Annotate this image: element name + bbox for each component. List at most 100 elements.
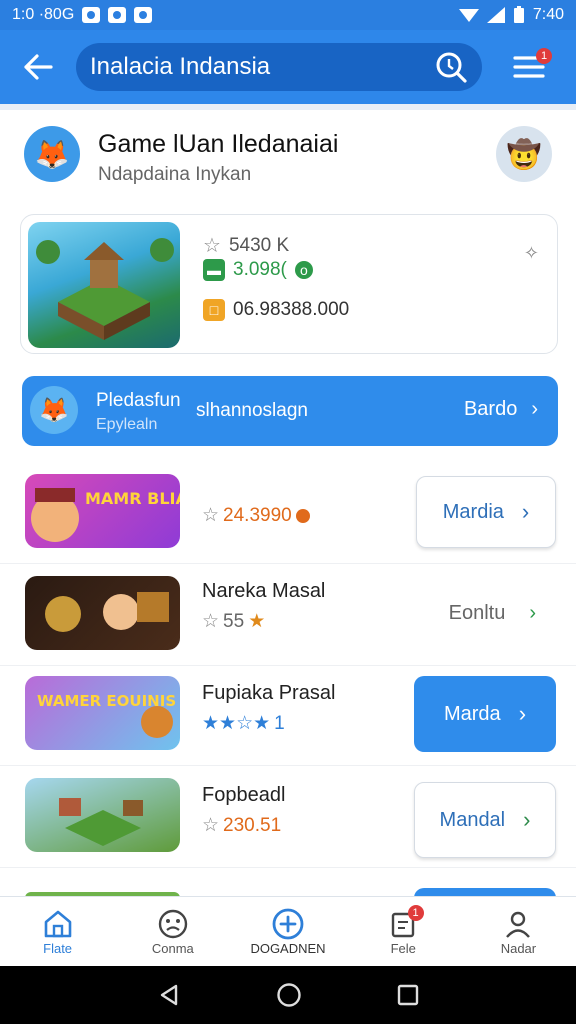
page-title: Game lUan Iledanaiai bbox=[98, 130, 339, 158]
rating: ☆ 24.3990 bbox=[202, 504, 310, 527]
star-outline-icon: ☆ bbox=[202, 505, 220, 526]
nav-label: DOGADNEN bbox=[250, 941, 326, 956]
coin-icon: o bbox=[294, 261, 313, 279]
list-item[interactable]: MAMR BLIAN SOYAI ☆ 24.3990 Mardia › bbox=[0, 464, 576, 564]
button-label: Marda bbox=[443, 702, 501, 725]
nav-label: Conma bbox=[151, 941, 194, 956]
mandal-button[interactable]: Mandal › bbox=[414, 782, 556, 858]
code-stat: □ 06.98388.000 bbox=[203, 299, 349, 321]
code-value: 06.98388.000 bbox=[233, 299, 350, 320]
status-bar: 1:0 ·80G 7:40 bbox=[0, 0, 576, 30]
marda-button[interactable]: Marda › bbox=[414, 676, 556, 752]
banner-middle-text: slhannoslagn bbox=[196, 400, 308, 421]
eonltu-button[interactable]: Eonltu › bbox=[449, 602, 536, 625]
rating: ☆ 55 ★ bbox=[202, 610, 265, 633]
notification-icon bbox=[134, 7, 153, 23]
recents-square-icon[interactable] bbox=[397, 984, 419, 1006]
nav-label: Flate bbox=[43, 941, 73, 956]
chevron-right-icon: › bbox=[518, 701, 527, 726]
notification-badge: 1 bbox=[407, 905, 424, 921]
coin-icon bbox=[295, 508, 310, 523]
notification-badge: 1 bbox=[536, 48, 552, 64]
nav-item-add[interactable]: DOGADNEN bbox=[230, 897, 345, 966]
ticket-icon: □ bbox=[203, 299, 225, 321]
game-thumbnail bbox=[25, 576, 180, 650]
add-circle-icon bbox=[272, 908, 304, 940]
list-item[interactable]: WAMER EOUINIS Fupiaka Prasal ★★☆★ 1 Mard… bbox=[0, 666, 576, 766]
signal-icon bbox=[486, 7, 505, 23]
star-filled-icon: ★ bbox=[248, 611, 266, 632]
rating-value: 24.3990 bbox=[223, 504, 292, 526]
price-value: 3.098( bbox=[233, 259, 287, 280]
list-item[interactable]: Fopbeadl ☆ 230.51 Mandal › bbox=[0, 768, 576, 868]
rating-value: 1 bbox=[274, 712, 285, 734]
game-title: Nareka Masal bbox=[202, 580, 326, 602]
profile-header: 🦊 Game lUan Iledanaiai Ndapdaina Inykan … bbox=[24, 126, 552, 186]
search-query: Inalacia Indansia bbox=[90, 53, 271, 80]
status-time: 7:40 bbox=[532, 6, 564, 23]
game-thumbnail: WAMER EOUINIS bbox=[25, 676, 180, 750]
chevron-right-icon: › bbox=[529, 602, 536, 624]
notification-icon bbox=[108, 7, 127, 23]
thumbnail-text: MAMR BLIAN SOYAI bbox=[85, 489, 180, 508]
banner-avatar: 🦊 bbox=[30, 386, 78, 434]
home-icon bbox=[44, 910, 71, 938]
face-icon bbox=[158, 909, 187, 939]
nav-label: Nadar bbox=[500, 941, 537, 956]
rating: ★★☆★ 1 bbox=[202, 712, 285, 735]
star-outline-icon: ☆ bbox=[202, 815, 220, 836]
battery-icon bbox=[513, 6, 524, 23]
rating-value: 55 bbox=[223, 610, 245, 632]
nav-item-home[interactable]: Flate bbox=[0, 897, 115, 966]
rating: ☆ 230.51 bbox=[202, 814, 281, 837]
featured-game-card[interactable]: ☆ 5430 K ▬ 3.098( o □ 06.98388.000 ✧ bbox=[20, 214, 558, 354]
menu-button[interactable]: 1 bbox=[482, 30, 576, 104]
price-stat: ▬ 3.098( o bbox=[203, 259, 313, 281]
system-navigation-bar bbox=[0, 966, 576, 1024]
person-icon bbox=[506, 911, 531, 938]
sparkle-icon[interactable]: ✧ bbox=[524, 243, 539, 264]
back-button[interactable] bbox=[0, 30, 76, 104]
bottom-navigation: Flate Conma DOGADNEN 1 Fele Nadar bbox=[0, 896, 576, 966]
rating-value: 230.51 bbox=[223, 814, 282, 836]
app-bar: Inalacia Indansia 1 bbox=[0, 30, 576, 104]
page-subtitle: Ndapdaina Inykan bbox=[98, 164, 252, 185]
game-title: Fopbeadl bbox=[202, 784, 286, 806]
chevron-right-icon: › bbox=[523, 807, 531, 832]
nav-label: Fele bbox=[390, 941, 416, 956]
nav-item-profile[interactable]: Nadar bbox=[461, 897, 576, 966]
game-thumbnail: MAMR BLIAN SOYAI bbox=[25, 474, 180, 548]
promo-banner[interactable]: 🦊 Pledasfun Epylealn slhannoslagn Bardo … bbox=[22, 376, 558, 446]
banner-subtitle: Epylealn bbox=[96, 416, 158, 433]
game-thumbnail bbox=[25, 778, 180, 852]
nav-item-file[interactable]: 1 Fele bbox=[346, 897, 461, 966]
mardia-button[interactable]: Mardia › bbox=[416, 476, 556, 548]
notification-icon bbox=[82, 7, 101, 23]
home-circle-icon[interactable] bbox=[276, 982, 302, 1008]
avatar[interactable]: 🦊 bbox=[24, 126, 80, 182]
star-outline-icon: ☆ bbox=[202, 611, 220, 632]
search-icon[interactable] bbox=[434, 50, 468, 84]
status-left-text: 1:0 ·80G bbox=[12, 6, 75, 23]
user-avatar[interactable]: 🤠 bbox=[496, 126, 552, 182]
star-filled-icon: ★★☆★ bbox=[202, 713, 271, 734]
game-title: Fupiaka Prasal bbox=[202, 682, 336, 704]
button-label: Mardia bbox=[442, 500, 504, 523]
game-thumbnail bbox=[28, 222, 180, 348]
chevron-right-icon: › bbox=[521, 499, 530, 524]
banner-action[interactable]: Bardo › bbox=[464, 398, 538, 421]
button-label: Mandal bbox=[439, 808, 506, 831]
search-input[interactable]: Inalacia Indansia bbox=[76, 43, 482, 91]
button-label: Eonltu bbox=[448, 602, 506, 624]
banner-title: Pledasfun bbox=[96, 390, 181, 411]
star-stat: ☆ 5430 K bbox=[203, 233, 289, 258]
nav-item-conma[interactable]: Conma bbox=[115, 897, 230, 966]
arrow-left-icon bbox=[24, 54, 53, 80]
chevron-right-icon: › bbox=[531, 398, 538, 420]
wifi-icon bbox=[458, 9, 479, 22]
divider bbox=[0, 104, 576, 110]
list-item[interactable]: Nareka Masal ☆ 55 ★ Eonltu › bbox=[0, 566, 576, 666]
star-outline-icon: ☆ bbox=[203, 235, 221, 257]
banner-action-label: Bardo bbox=[463, 398, 518, 420]
back-triangle-icon[interactable] bbox=[157, 983, 181, 1007]
